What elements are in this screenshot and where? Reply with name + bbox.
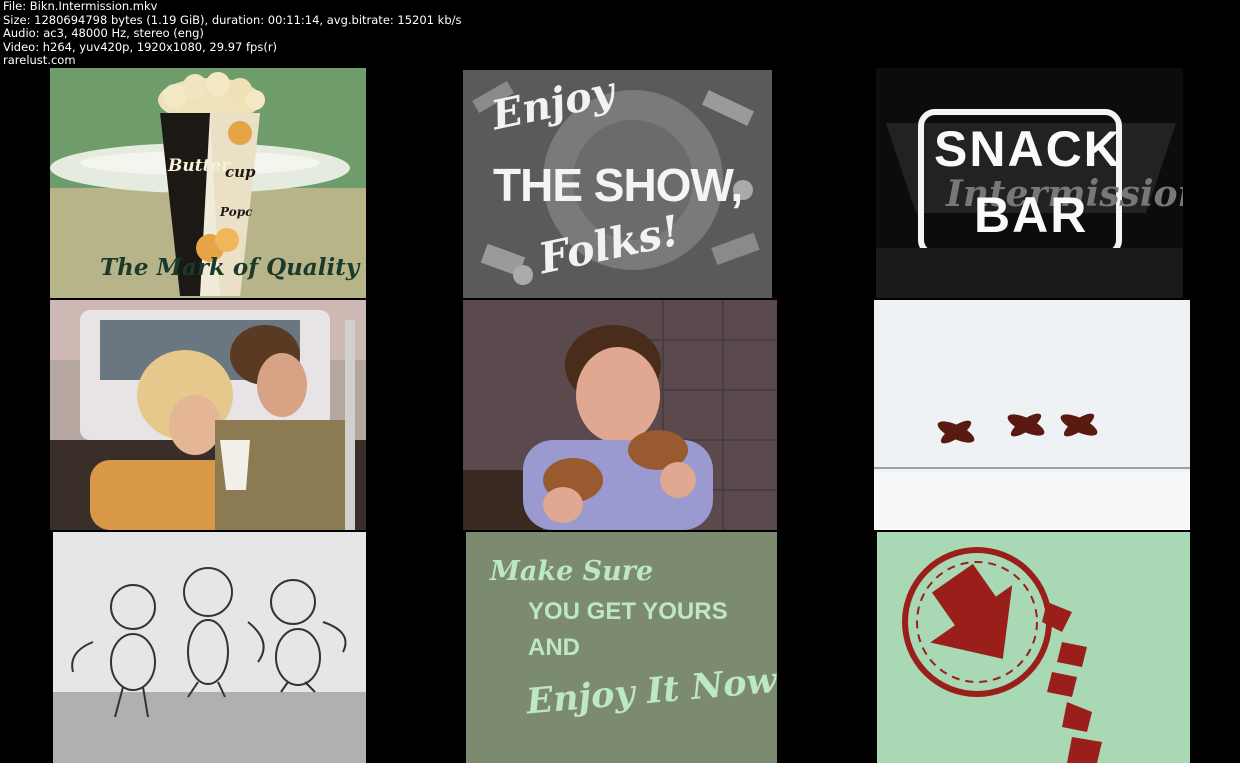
cup-brand-text-2: cup [225,163,256,181]
snack-text: SNACK [934,121,1122,177]
thumbnail-boy-eating [463,300,777,530]
couple-in-car-scene [50,300,366,530]
arrow-circle-scene [877,532,1190,763]
make-sure-text: Make Sure [490,556,654,587]
thumbnail-make-sure: Make Sure YOU GET YOURS AND Enjoy It Now… [466,532,777,763]
thumbnail-couple-in-car [50,300,366,530]
and-text: AND [528,634,580,661]
marching-figures-scene [874,300,1190,530]
tagline-text: The Mark of Quality [100,254,360,281]
you-get-yours-text: YOU GET YOURS [528,598,728,625]
thumbnail-enjoy-the-show: Enjoy THE SHOW, Folks! [463,70,772,298]
the-show-text: THE SHOW, [493,159,743,211]
thumbnail-cartoon-sketches [53,532,366,763]
cup-popcorn-text: Popc [220,205,253,219]
bar-text: BAR [974,187,1089,243]
audio-info-line: Audio: ac3, 48000 Hz, stereo (eng) [3,26,204,41]
file-size-line: Size: 1280694798 bytes (1.19 GiB), durat… [3,12,462,27]
cartoon-sketch-scene [53,532,366,763]
thumbnail-marching-figures [874,300,1190,530]
file-name-line: File: Bikn.Intermission.mkv [3,0,158,13]
video-info-line: Video: h264, yuv420p, 1920x1080, 29.97 f… [3,39,278,54]
thumbnail-arrow-circle [877,532,1190,763]
thumbnail-snack-bar: Intermission SNACK BAR [876,68,1183,298]
thumbnail-buttercup-popcorn: Butter cup Popc The Mark of Quality [50,68,366,298]
boy-eating-scene [463,300,777,530]
cup-brand-text-1: Butter [168,156,231,176]
file-info-header: File: Bikn.Intermission.mkv Size: 128069… [3,0,461,68]
site-line: rarelust.com [3,53,76,68]
